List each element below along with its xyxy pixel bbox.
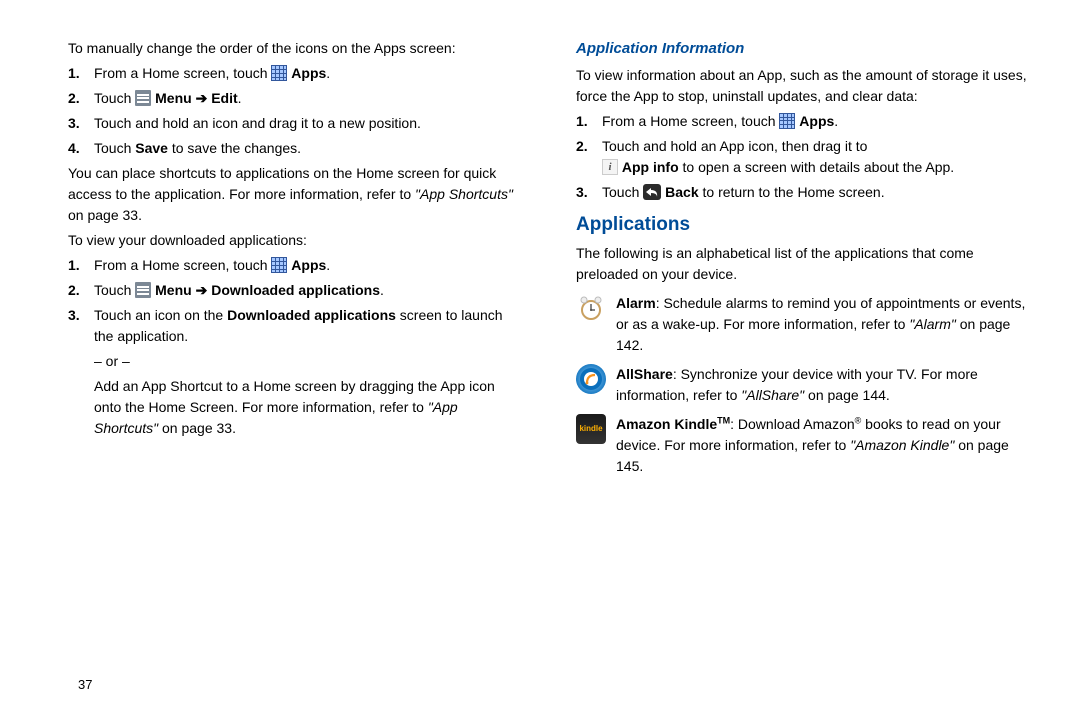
- alarm-icon: [576, 293, 606, 323]
- allshare-icon: [576, 364, 606, 394]
- list-item: 1. From a Home screen, touch Apps.: [598, 111, 1028, 132]
- list-item: 3. Touch and hold an icon and drag it to…: [90, 113, 520, 134]
- heading-application-information: Application Information: [576, 38, 1028, 61]
- paragraph: To view information about an App, such a…: [576, 65, 1028, 107]
- menu-icon: [135, 90, 151, 106]
- list-item: 1. From a Home screen, touch Apps.: [90, 63, 520, 84]
- list-item: 3. Touch Back to return to the Home scre…: [598, 182, 1028, 203]
- app-entry-allshare: AllShare: Synchronize your device with y…: [576, 364, 1028, 406]
- list-item: 2. Touch and hold an App icon, then drag…: [598, 136, 1028, 178]
- ordered-list: 1. From a Home screen, touch Apps. 2. To…: [68, 255, 520, 439]
- paragraph: To manually change the order of the icon…: [68, 38, 520, 59]
- or-separator: – or –: [94, 351, 520, 372]
- kindle-icon: kindle: [576, 414, 606, 444]
- list-item: 3. Touch an icon on the Downloaded appli…: [90, 305, 520, 439]
- apps-icon: [271, 257, 287, 273]
- app-entry-alarm: Alarm: Schedule alarms to remind you of …: [576, 293, 1028, 356]
- list-item: 4. Touch Save to save the changes.: [90, 138, 520, 159]
- paragraph: You can place shortcuts to applications …: [68, 163, 520, 226]
- heading-applications: Applications: [576, 211, 1028, 240]
- apps-icon: [779, 113, 795, 129]
- ordered-list: 1. From a Home screen, touch Apps. 2. To…: [576, 111, 1028, 203]
- menu-icon: [135, 282, 151, 298]
- list-item: 2. Touch Menu ➔ Downloaded applications.: [90, 280, 520, 301]
- right-column: Application Information To view informat…: [576, 38, 1028, 690]
- paragraph: The following is an alphabetical list of…: [576, 243, 1028, 285]
- page-number: 37: [78, 675, 92, 695]
- back-icon: [643, 184, 661, 200]
- left-column: To manually change the order of the icon…: [68, 38, 520, 690]
- list-item: 1. From a Home screen, touch Apps.: [90, 255, 520, 276]
- paragraph: To view your downloaded applications:: [68, 230, 520, 251]
- list-item: 2. Touch Menu ➔ Edit.: [90, 88, 520, 109]
- app-entry-kindle: kindle Amazon KindleTM: Download Amazon®…: [576, 414, 1028, 477]
- apps-icon: [271, 65, 287, 81]
- ordered-list: 1. From a Home screen, touch Apps. 2. To…: [68, 63, 520, 159]
- info-icon: i: [602, 159, 618, 175]
